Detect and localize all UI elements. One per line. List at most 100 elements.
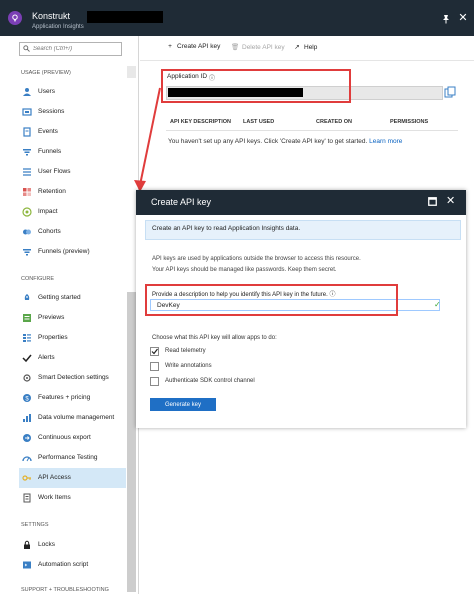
delete-api-key-button[interactable]: 🗑 Delete API key xyxy=(231,43,285,54)
sidebar-item-data-volume[interactable]: Data volume management xyxy=(19,408,126,428)
sidebar-item-features-pricing[interactable]: $ Features + pricing xyxy=(19,388,126,408)
sidebar-item-label: Work Items xyxy=(38,494,71,501)
column-created-on: CREATED ON xyxy=(316,119,352,125)
sidebar-item-cohorts[interactable]: Cohorts xyxy=(19,222,126,242)
create-api-key-button[interactable]: + Create API key xyxy=(166,43,220,54)
properties-icon xyxy=(23,334,31,342)
sidebar-scrollbar-thumb[interactable] xyxy=(127,292,136,592)
trash-icon: 🗑 xyxy=(231,44,240,51)
pin-icon[interactable] xyxy=(441,14,451,24)
sidebar-item-label: Continuous export xyxy=(38,434,91,441)
sidebar-item-performance-testing[interactable]: Performance Testing xyxy=(19,448,126,468)
smart-detection-icon xyxy=(23,374,31,382)
events-icon xyxy=(23,127,31,137)
export-icon xyxy=(23,434,31,442)
sidebar-item-properties[interactable]: Properties xyxy=(19,328,126,348)
sidebar-item-label: Funnels xyxy=(38,148,62,155)
data-volume-icon xyxy=(23,414,31,422)
copy-icon[interactable] xyxy=(444,86,456,99)
column-last-used: LAST USED xyxy=(243,119,275,125)
previews-icon xyxy=(23,314,31,322)
sidebar-item-sessions[interactable]: Sessions xyxy=(19,102,126,122)
sidebar-item-alerts[interactable]: Alerts xyxy=(19,348,126,368)
empty-state-message: You haven't set up any API keys. Click '… xyxy=(168,138,403,145)
funnels-preview-icon xyxy=(23,249,31,256)
plus-icon: + xyxy=(168,43,172,50)
table-divider xyxy=(166,130,458,131)
sidebar-item-funnels[interactable]: Funnels xyxy=(19,142,126,162)
maximize-icon[interactable] xyxy=(428,197,437,206)
checkbox-checked[interactable] xyxy=(150,347,159,356)
users-icon xyxy=(23,88,31,96)
sidebar-item-continuous-export[interactable]: Continuous export xyxy=(19,428,126,448)
search-icon xyxy=(23,45,30,52)
sessions-icon xyxy=(22,108,32,116)
sidebar-item-label: Events xyxy=(38,128,58,135)
sidebar-item-label: API Access xyxy=(38,474,71,481)
sidebar-item-label: Funnels (preview) xyxy=(38,248,90,255)
sidebar-item-label: Smart Detection settings xyxy=(38,374,109,381)
app-subtitle: Application Insights xyxy=(32,24,84,30)
sidebar-item-users[interactable]: Users xyxy=(19,82,126,102)
sidebar-scroll-up[interactable] xyxy=(127,66,136,78)
pricing-icon: $ xyxy=(23,394,31,402)
performance-icon xyxy=(22,456,32,462)
dialog-close-icon[interactable]: ✕ xyxy=(446,196,455,207)
sidebar-item-user-flows[interactable]: User Flows xyxy=(19,162,126,182)
section-usage: USAGE (PREVIEW) xyxy=(21,70,71,76)
annotation-arrow xyxy=(134,87,161,192)
sidebar-item-automation-script[interactable]: Automation script xyxy=(19,555,126,575)
search-input[interactable] xyxy=(33,43,119,54)
section-configure: CONFIGURE xyxy=(21,276,54,282)
app-title: Konstrukt xyxy=(32,11,71,21)
learn-more-link[interactable]: Learn more xyxy=(369,138,402,145)
key-icon xyxy=(22,475,31,481)
sidebar-item-previews[interactable]: Previews xyxy=(19,308,126,328)
sidebar-item-locks[interactable]: Locks xyxy=(19,535,126,555)
sidebar-item-api-access[interactable]: API Access xyxy=(19,468,126,488)
sidebar-item-label: Getting started xyxy=(38,294,81,301)
sidebar-item-label: Cohorts xyxy=(38,228,61,235)
script-icon xyxy=(23,561,31,569)
info-banner-text: Create an API key to read Application In… xyxy=(152,225,301,232)
section-settings: SETTINGS xyxy=(21,522,49,528)
external-link-icon: ↗ xyxy=(294,44,300,51)
sidebar-item-label: Automation script xyxy=(38,561,89,568)
sidebar-item-work-items[interactable]: Work Items xyxy=(19,488,126,508)
section-support: SUPPORT + TROUBLESHOOTING xyxy=(21,587,109,593)
retention-icon xyxy=(23,188,31,196)
dialog-title: Create API key xyxy=(151,197,212,207)
sidebar-item-label: User Flows xyxy=(38,168,71,175)
sidebar-item-label: Retention xyxy=(38,188,66,195)
sidebar-item-label: Alerts xyxy=(38,354,55,361)
checkbox-unchecked[interactable] xyxy=(150,362,159,371)
sidebar-item-label: Features + pricing xyxy=(38,394,91,401)
close-icon[interactable]: ✕ xyxy=(458,13,468,24)
valid-checkmark-icon: ✓ xyxy=(434,300,441,309)
dialog-info-line-2: Your API keys should be managed like pas… xyxy=(152,267,337,273)
sidebar-item-smart-detection[interactable]: Smart Detection settings xyxy=(19,368,126,388)
permissions-label: Choose what this API key will allow apps… xyxy=(152,335,277,341)
sidebar-item-funnels-preview[interactable]: Funnels (preview) xyxy=(19,242,126,262)
checkmark-icon xyxy=(22,354,32,363)
checkbox-unchecked[interactable] xyxy=(150,377,159,386)
sidebar-item-getting-started[interactable]: Getting started xyxy=(19,288,126,308)
sidebar-item-label: Locks xyxy=(38,541,55,548)
app-header xyxy=(0,0,474,36)
work-items-icon xyxy=(23,493,31,503)
help-button[interactable]: ↗ Help xyxy=(293,43,317,54)
sidebar-item-label: Impact xyxy=(38,208,58,215)
sidebar-item-retention[interactable]: Retention xyxy=(19,182,126,202)
sidebar-item-label: Performance Testing xyxy=(38,454,98,461)
user-flows-icon xyxy=(23,168,31,176)
generate-key-button[interactable]: Generate key xyxy=(150,398,216,411)
rocket-icon xyxy=(24,294,30,300)
redacted-title xyxy=(87,11,163,23)
sidebar-item-events[interactable]: Events xyxy=(19,122,126,142)
sidebar-item-label: Data volume management xyxy=(38,414,115,421)
lock-icon xyxy=(24,540,30,549)
sidebar-item-label: Sessions xyxy=(38,108,65,115)
sidebar-item-impact[interactable]: Impact xyxy=(19,202,126,222)
sidebar-item-label: Previews xyxy=(38,314,65,321)
impact-icon xyxy=(22,207,32,217)
